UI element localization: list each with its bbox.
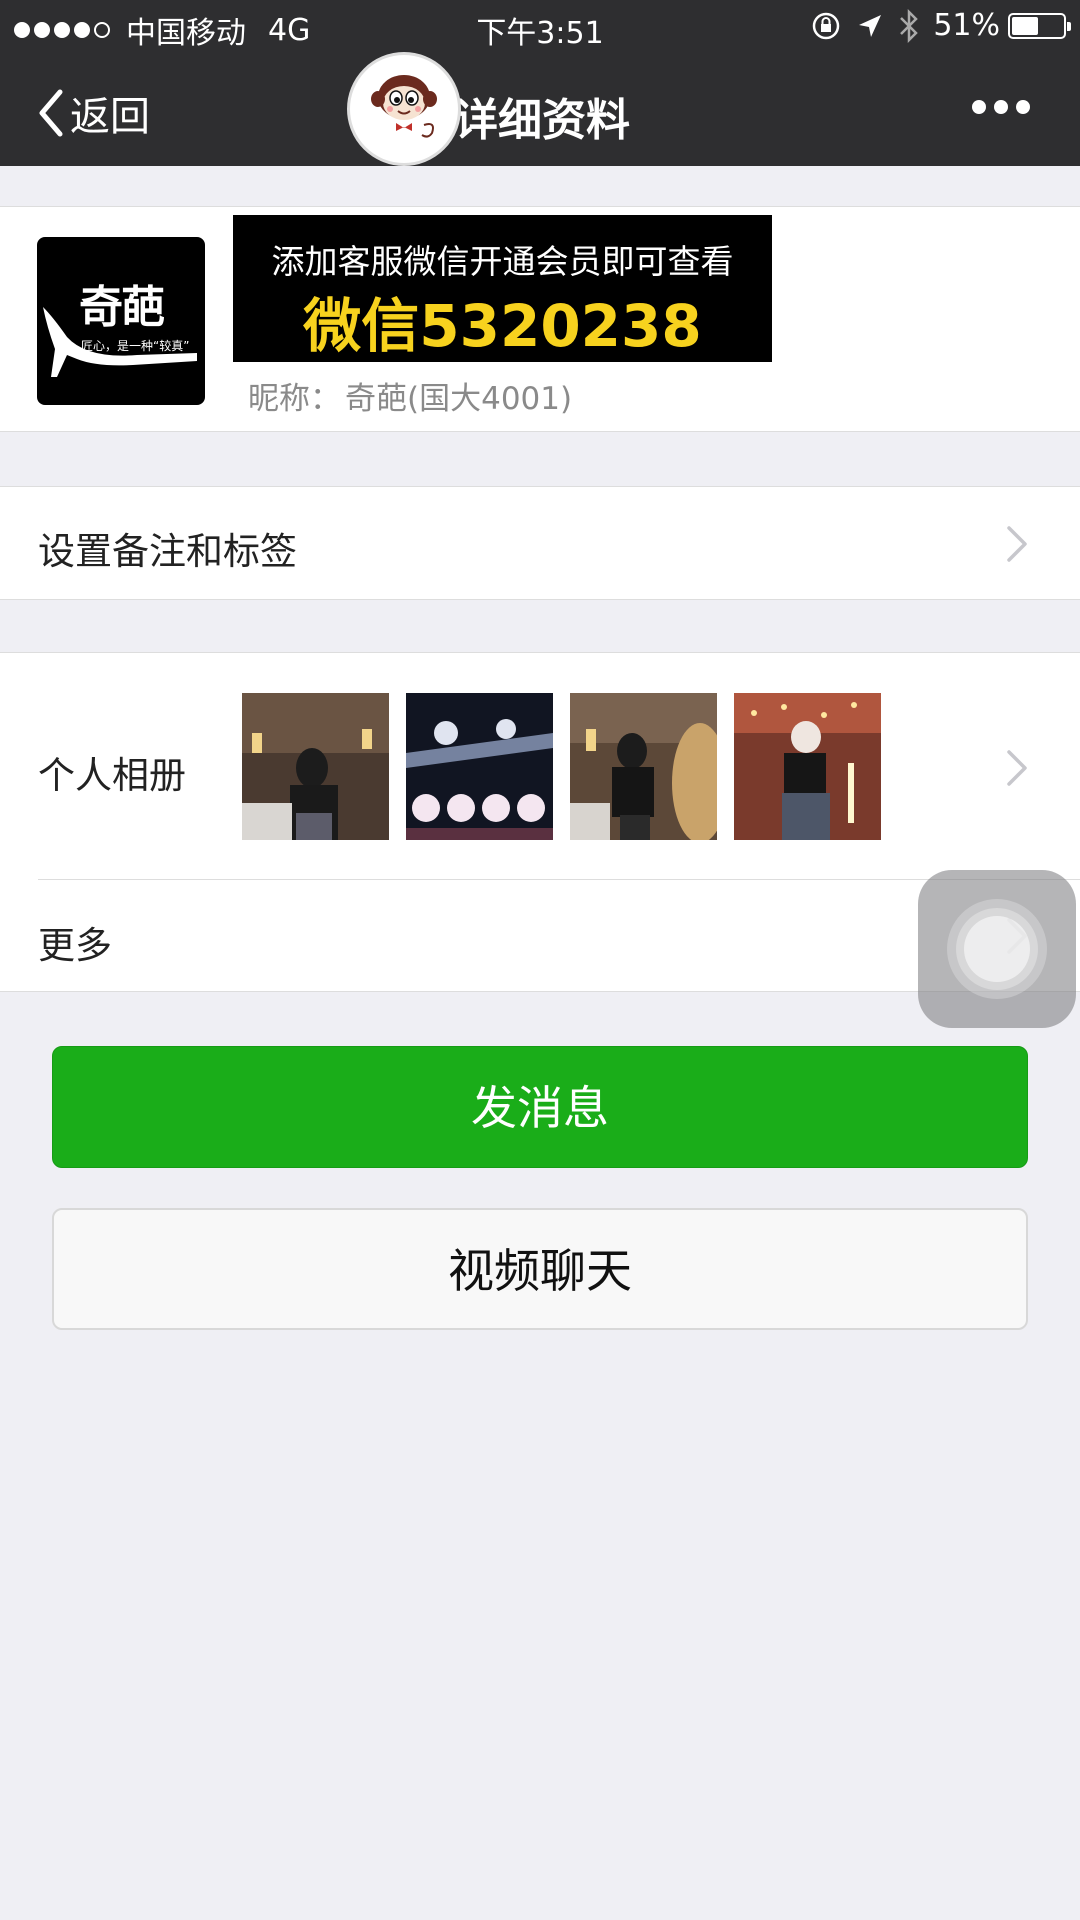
remark-row-label: 设置备注和标签	[38, 530, 297, 573]
avatar-brand-text: 奇葩	[79, 282, 165, 333]
video-chat-button[interactable]: 视频聊天	[52, 1208, 1028, 1330]
rotation-lock-icon	[813, 12, 840, 39]
album-photo[interactable]	[242, 693, 389, 840]
chevron-left-icon	[39, 89, 63, 137]
album-row-label: 个人相册	[38, 754, 186, 797]
navigation-bar: 返回 详细资料	[0, 54, 1080, 166]
chevron-right-icon	[1007, 526, 1027, 562]
ellipsis-icon	[972, 100, 986, 114]
album-photo[interactable]	[406, 693, 553, 840]
battery-percent: 51%	[933, 8, 1000, 43]
avatar-slogan: 匠心，是一种“较真”	[81, 339, 190, 353]
location-arrow-icon	[859, 14, 882, 37]
more-options-button[interactable]	[964, 100, 1030, 114]
chevron-right-icon	[1007, 750, 1027, 786]
back-label: 返回	[70, 94, 150, 140]
banner-line-2: 微信5320238	[303, 292, 702, 360]
album-photo[interactable]	[734, 693, 881, 840]
album-photo[interactable]	[570, 693, 717, 840]
set-remark-and-tags-row[interactable]: 设置备注和标签	[0, 486, 1080, 600]
avatar[interactable]: 奇葩 匠心，是一种“较真”	[37, 237, 205, 405]
ad-banner: 添加客服微信开通会员即可查看 微信5320238	[233, 215, 772, 362]
nickname: 昵称： 奇葩(国大4001)	[244, 373, 572, 418]
assistive-touch-icon	[964, 916, 1030, 982]
nickname-value: 奇葩(国大4001)	[345, 381, 573, 417]
nickname-label: 昵称：	[248, 381, 341, 417]
watermark-logo	[347, 52, 461, 166]
status-bar: 中国移动 4G 下午3:51 51%	[0, 0, 1080, 54]
more-row-label[interactable]: 更多	[38, 915, 112, 969]
banner-line-1: 添加客服微信开通会员即可查看	[271, 242, 734, 281]
profile-card: 奇葩 匠心，是一种“较真” 添加客服微信开通会员即可查看 微信5320238 昵…	[0, 206, 1080, 432]
battery-icon	[1008, 12, 1071, 39]
monkey-mascot-icon	[371, 75, 437, 138]
bluetooth-icon	[900, 8, 919, 43]
assistive-touch-button[interactable]	[918, 870, 1076, 1028]
row-divider	[38, 879, 1080, 880]
page-title: 详细资料	[454, 95, 630, 146]
send-message-button[interactable]: 发消息	[52, 1046, 1028, 1168]
back-button[interactable]: 返回	[36, 84, 150, 142]
album-thumbnails[interactable]	[242, 693, 898, 840]
